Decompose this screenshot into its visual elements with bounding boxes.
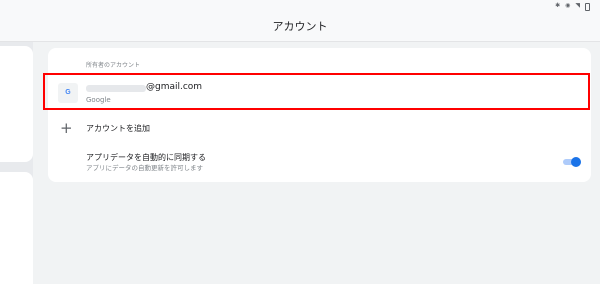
accounts-card: 所有者のアカウント G @gmail.com Google + アカウントを追加… bbox=[43, 48, 591, 182]
auto-sync-subtitle: アプリにデータの自動更新を許可します bbox=[86, 164, 203, 172]
google-icon: G bbox=[58, 83, 78, 103]
auto-sync-row[interactable]: アプリデータを自動的に同期する アプリにデータの自動更新を許可します bbox=[48, 148, 591, 178]
account-row-google[interactable]: G @gmail.com Google bbox=[48, 75, 591, 111]
toggle-thumb bbox=[571, 157, 581, 167]
app-bar: アカウント bbox=[0, 12, 600, 42]
account-email: @gmail.com bbox=[146, 82, 203, 92]
eye-icon: ◉ bbox=[565, 2, 571, 9]
auto-sync-title: アプリデータを自動的に同期する bbox=[86, 153, 206, 162]
left-card[interactable] bbox=[0, 46, 33, 162]
wifi-icon: ◥ bbox=[575, 2, 580, 9]
left-card[interactable] bbox=[0, 172, 33, 284]
add-account-label: アカウントを追加 bbox=[86, 124, 150, 133]
battery-icon bbox=[585, 3, 590, 11]
auto-sync-toggle[interactable] bbox=[563, 156, 581, 168]
left-pane bbox=[0, 42, 33, 284]
plus-icon: + bbox=[60, 119, 73, 137]
add-account-button[interactable]: + アカウントを追加 bbox=[48, 114, 591, 144]
account-provider: Google bbox=[86, 96, 111, 104]
email-redacted bbox=[86, 85, 146, 92]
bluetooth-icon: ✱ bbox=[555, 2, 561, 9]
status-icons: ✱ ◉ ◥ bbox=[555, 0, 590, 12]
page-title: アカウント bbox=[272, 20, 328, 33]
status-bar: ✱ ◉ ◥ bbox=[0, 0, 600, 12]
section-header: 所有者のアカウント bbox=[86, 62, 141, 69]
